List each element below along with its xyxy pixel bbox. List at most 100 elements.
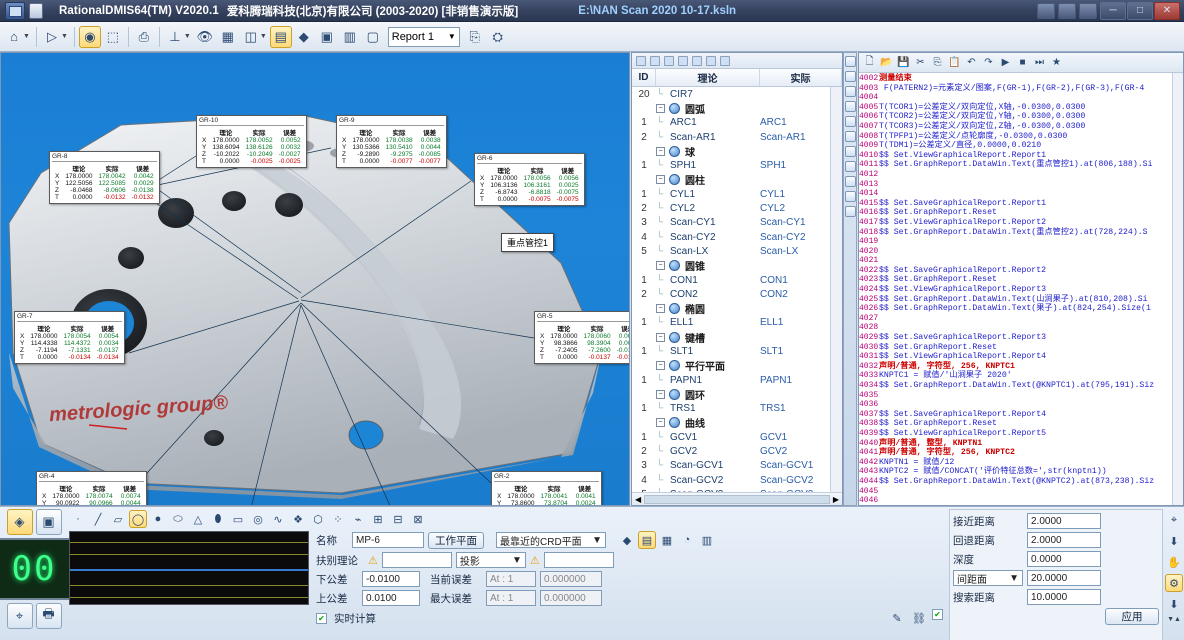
- feature-sphere-icon[interactable]: ●: [149, 510, 167, 528]
- side-icon-3[interactable]: [844, 86, 856, 97]
- toolbar-extra-icon-1[interactable]: [1037, 2, 1055, 19]
- code-stop-icon[interactable]: ■: [1015, 55, 1030, 70]
- feature-plane-icon[interactable]: ▱: [109, 510, 127, 528]
- measure-hand-icon[interactable]: ✋: [1165, 553, 1183, 571]
- code-line[interactable]: 4021: [859, 256, 1183, 266]
- code-new-icon[interactable]: 🗋: [862, 55, 877, 70]
- expand-icon[interactable]: −: [656, 361, 665, 371]
- tree-row[interactable]: 1 └ ELL1 ELL1: [632, 316, 842, 330]
- code-run-icon[interactable]: ▶: [998, 55, 1013, 70]
- toolbar-extra-icon-3[interactable]: [1079, 2, 1097, 19]
- tree-row[interactable]: 2 └ GCV2 GCV2: [632, 444, 842, 458]
- feature-scan-icon[interactable]: ⌁: [349, 510, 367, 528]
- tree-delete-icon[interactable]: [678, 55, 688, 66]
- code-line[interactable]: 4003 F(PATERN2)=元素定义/图案,F(GR-1),F(GR-2),…: [859, 84, 1183, 94]
- code-line[interactable]: 4039 $$ Set.ViewGraphicalReport.Report5: [859, 429, 1183, 439]
- feature-extra2-icon[interactable]: ⊟: [389, 510, 407, 528]
- expand-icon[interactable]: −: [656, 389, 665, 399]
- tool-left-icon[interactable]: ⌖: [6, 603, 33, 629]
- code-line[interactable]: 4006 T(TCOR2)=公差定义/双向定位,Y轴,-0.0300,0.0300: [859, 112, 1183, 122]
- retract-input[interactable]: 2.0000: [1027, 532, 1101, 548]
- feature-extra1-icon[interactable]: ⊞: [369, 510, 387, 528]
- plane-select[interactable]: 最靠近的CRD平面 ▼: [496, 532, 606, 548]
- feature-ellipse-icon[interactable]: ⬮: [209, 510, 227, 528]
- code-line[interactable]: 4014: [859, 189, 1183, 199]
- tree-settings-icon[interactable]: [720, 55, 730, 66]
- code-line[interactable]: 4036: [859, 400, 1183, 410]
- select-region-icon[interactable]: ⬚: [102, 26, 124, 48]
- projection-select[interactable]: 投影 ▼: [455, 552, 526, 568]
- side-icon-4[interactable]: [844, 101, 856, 112]
- code-line[interactable]: 4025 $$ Set.GraphReport.DataWin.Text(山涧果子…: [859, 295, 1183, 305]
- tree-filter-icon[interactable]: [692, 55, 702, 66]
- tree-body[interactable]: 20 └ CIR7− 圆弧 1 └ ARC1 ARC1 2 └ Scan-AR1 Scan-AR1− 球…: [632, 87, 842, 492]
- measure-save-icon[interactable]: ⬇: [1165, 595, 1183, 613]
- window-icon[interactable]: ▥: [339, 26, 361, 48]
- expand-icon[interactable]: −: [656, 332, 665, 342]
- side-icon-9[interactable]: [844, 176, 856, 187]
- tree-group-row[interactable]: − 圆锥: [632, 259, 842, 273]
- feature-cone-icon[interactable]: △: [189, 510, 207, 528]
- search-input[interactable]: 10.0000: [1027, 589, 1101, 605]
- code-line[interactable]: 4040 声明/普通, 整型, KNPTN1: [859, 439, 1183, 449]
- spacing-select[interactable]: 间距面 ▼: [953, 570, 1023, 586]
- tree-row[interactable]: 1 └ ARC1 ARC1: [632, 116, 842, 130]
- link-feature-icon[interactable]: ⛓: [910, 609, 928, 627]
- probe-icon[interactable]: ◆: [293, 26, 315, 48]
- tree-row[interactable]: 1 └ SPH1 SPH1: [632, 158, 842, 172]
- menu-icon[interactable]: [29, 2, 43, 19]
- tree-row[interactable]: 1 └ CON1 CON1: [632, 273, 842, 287]
- upper-tol-input[interactable]: 0.0100: [362, 590, 420, 606]
- tree-row[interactable]: 4 └ Scan-CY2 Scan-CY2: [632, 230, 842, 244]
- code-line[interactable]: 4002 测量结束: [859, 74, 1183, 84]
- code-redo-icon[interactable]: ↷: [981, 55, 996, 70]
- apply-button[interactable]: 应用: [1105, 608, 1159, 625]
- code-line[interactable]: 4024 $$ Set.ViewGraphicalReport.Report3: [859, 285, 1183, 295]
- code-line[interactable]: 4020: [859, 247, 1183, 257]
- code-bookmark-icon[interactable]: ★: [1049, 55, 1064, 70]
- export-config-icon[interactable]: ▥: [698, 531, 716, 549]
- tree-row[interactable]: 1 └ CYL1 CYL1: [632, 187, 842, 201]
- close-button[interactable]: ✕: [1154, 1, 1180, 20]
- realtime-checkbox[interactable]: ✔: [316, 612, 327, 624]
- home-icon[interactable]: ⌂: [3, 26, 25, 48]
- probe-config-icon[interactable]: ◆: [618, 531, 636, 549]
- code-line[interactable]: 4026 $$ Set.GraphReport.DataWin.Text(果子).…: [859, 304, 1183, 314]
- tree-row[interactable]: 1 └ PAPN1 PAPN1: [632, 373, 842, 387]
- tree-group-row[interactable]: − 圆环: [632, 387, 842, 402]
- probe-mode-icon[interactable]: ◈: [6, 509, 33, 535]
- lower-tol-input[interactable]: -0.0100: [362, 571, 420, 587]
- measure-down-icon[interactable]: ⬇: [1165, 532, 1183, 550]
- expand-icon[interactable]: −: [656, 418, 665, 428]
- feature-slot-icon[interactable]: ▭: [229, 510, 247, 528]
- expand-icon[interactable]: −: [656, 146, 665, 156]
- table-config-icon[interactable]: ▦: [658, 531, 676, 549]
- measure-gear-icon[interactable]: ⚙: [1165, 574, 1183, 592]
- name-input[interactable]: MP-6: [352, 532, 424, 548]
- code-line[interactable]: 4046: [859, 496, 1183, 505]
- tree-row[interactable]: 4 └ Scan-GCV2 Scan-GCV2: [632, 473, 842, 487]
- code-undo-icon[interactable]: ↶: [964, 55, 979, 70]
- feature-point-icon[interactable]: ·: [69, 510, 87, 528]
- tree-row[interactable]: 5└Scan-GCV3Scan-GCV3: [632, 487, 842, 492]
- side-icon-10[interactable]: [844, 191, 856, 202]
- code-line[interactable]: 4035: [859, 391, 1183, 401]
- code-line[interactable]: 4044 $$ Set.GraphReport.DataWin.Text(@KNP…: [859, 477, 1183, 487]
- code-line[interactable]: 4038 $$ Set.GraphReport.Reset: [859, 419, 1183, 429]
- code-line[interactable]: 4005 T(TCOR1)=公差定义/双向定位,X轴,-0.0300,0.0300: [859, 103, 1183, 113]
- side-icon-11[interactable]: [844, 206, 856, 217]
- tree-row[interactable]: 5 └ Scan-LX Scan-LX: [632, 244, 842, 258]
- report-select[interactable]: Report 1 ▼: [387, 26, 460, 47]
- feature-extra3-icon[interactable]: ⊠: [409, 510, 427, 528]
- code-line[interactable]: 4015 $$ Set.SaveGraphicalReport.Report1: [859, 199, 1183, 209]
- tree-row[interactable]: 3 └ Scan-GCV1 Scan-GCV1: [632, 459, 842, 473]
- measure-icon[interactable]: ▤: [269, 25, 292, 48]
- side-icon-8[interactable]: [844, 161, 856, 172]
- tree-horizontal-scrollbar[interactable]: ◀ ▶: [632, 492, 842, 505]
- feature-torus-icon[interactable]: ◎: [249, 510, 267, 528]
- axis-icon[interactable]: ⊥: [164, 26, 186, 48]
- tree-vertical-scrollbar[interactable]: [830, 87, 842, 492]
- tool-print-icon[interactable]: 🖶: [35, 603, 62, 629]
- code-line[interactable]: 4023 $$ Set.GraphReport.Reset: [859, 275, 1183, 285]
- feature-circle-icon[interactable]: ◯: [129, 510, 147, 528]
